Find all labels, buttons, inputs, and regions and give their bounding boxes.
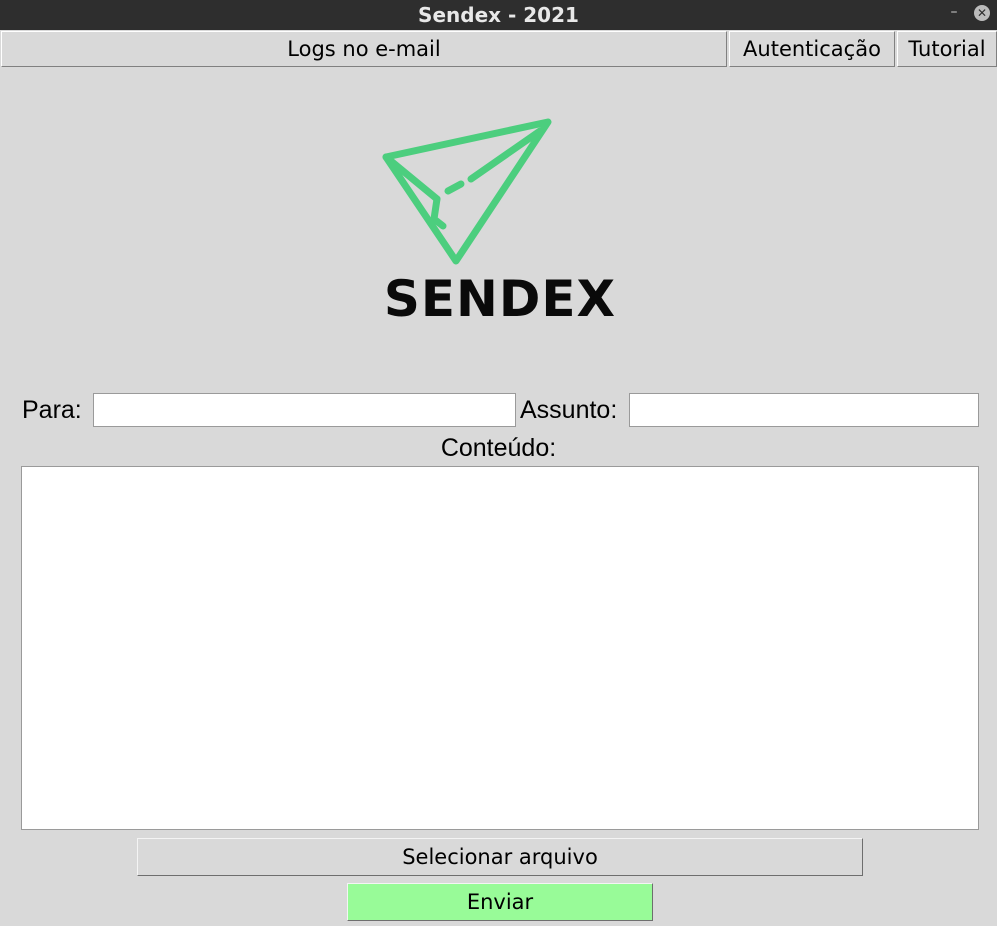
sendex-logo: SENDEX bbox=[370, 110, 630, 330]
minimize-icon[interactable]: – bbox=[944, 4, 964, 24]
logo-wordmark: SENDEX bbox=[383, 270, 617, 328]
para-input[interactable] bbox=[93, 393, 516, 427]
assunto-input[interactable] bbox=[629, 393, 979, 427]
tutorial-button[interactable]: Tutorial bbox=[897, 31, 997, 67]
send-button[interactable]: Enviar bbox=[347, 883, 653, 921]
window-title: Sendex - 2021 bbox=[418, 3, 579, 27]
select-file-button[interactable]: Selecionar arquivo bbox=[137, 838, 863, 876]
conteudo-label: Conteúdo: bbox=[440, 434, 557, 462]
authentication-button[interactable]: Autenticação bbox=[729, 31, 895, 67]
logs-email-button[interactable]: Logs no e-mail bbox=[1, 31, 727, 67]
paper-plane-icon bbox=[382, 118, 552, 265]
title-bar[interactable]: Sendex - 2021 – ✕ bbox=[0, 0, 997, 30]
app-window: Sendex - 2021 – ✕ Logs no e-mail Autenti… bbox=[0, 0, 997, 926]
conteudo-textarea[interactable] bbox=[21, 466, 979, 830]
para-label: Para: bbox=[22, 396, 82, 424]
assunto-label: Assunto: bbox=[520, 396, 618, 424]
close-icon[interactable]: ✕ bbox=[974, 5, 990, 21]
